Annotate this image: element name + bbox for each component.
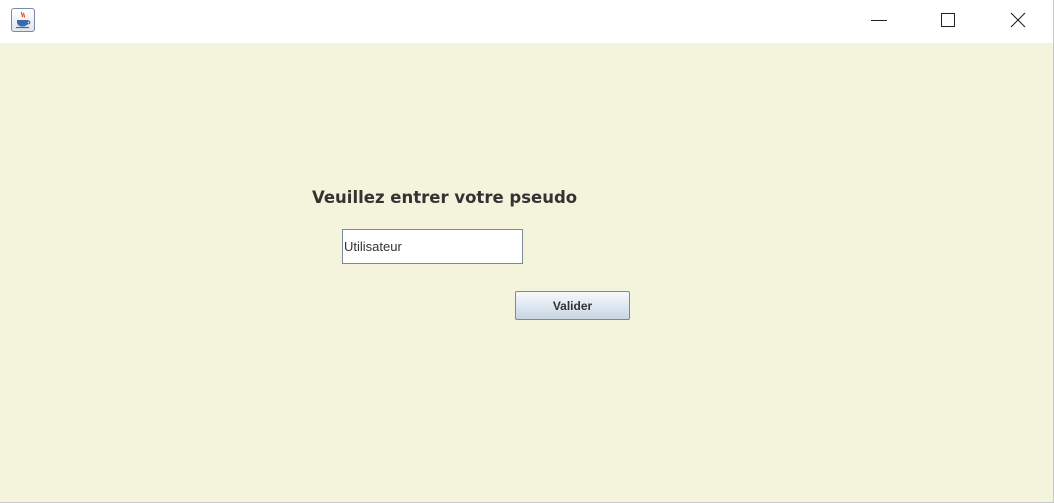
close-icon (1010, 12, 1026, 28)
app-window: Veuillez entrer votre pseudo Valider (0, 0, 1054, 503)
minimize-icon (871, 20, 887, 21)
valider-button[interactable]: Valider (515, 291, 630, 320)
pseudo-prompt-label: Veuillez entrer votre pseudo (312, 188, 578, 207)
maximize-icon (941, 13, 955, 27)
login-panel: Veuillez entrer votre pseudo Valider (0, 43, 1053, 502)
maximize-button[interactable] (925, 0, 971, 40)
close-button[interactable] (995, 0, 1041, 40)
pseudo-input[interactable] (342, 229, 523, 264)
java-cup-icon[interactable] (11, 8, 35, 32)
title-bar[interactable] (0, 0, 1053, 43)
minimize-button[interactable] (856, 0, 902, 40)
